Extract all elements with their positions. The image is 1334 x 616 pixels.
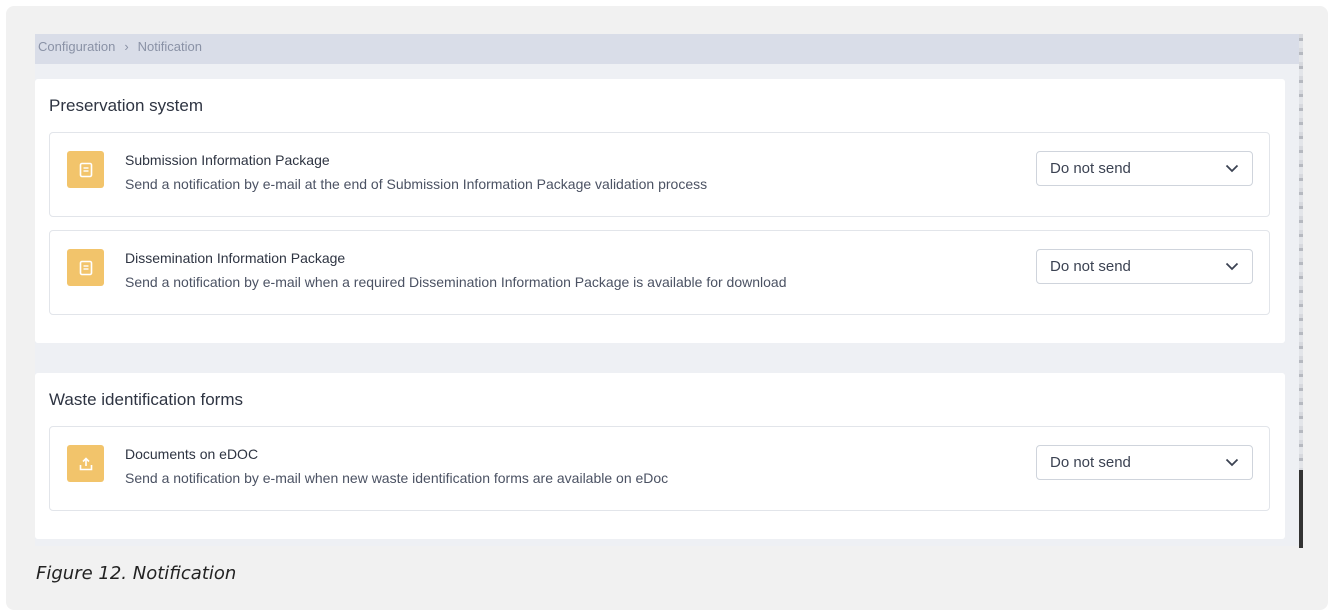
- breadcrumb-separator: ›: [124, 39, 129, 54]
- notification-screen: Configuration › Notification Preservation …: [35, 34, 1299, 546]
- row-title: Documents on eDOC: [125, 446, 259, 462]
- notification-row-dip: Dissemination Information Package Send a…: [49, 230, 1270, 315]
- section-title: Waste identification forms: [49, 390, 243, 409]
- preservation-system-card: Preservation system Submission Informati…: [35, 79, 1285, 343]
- document-icon: [67, 249, 104, 286]
- section-title: Preservation system: [49, 96, 203, 115]
- select-value: Do not send: [1050, 454, 1131, 471]
- chevron-down-icon: [1225, 164, 1239, 173]
- row-description: Send a notification by e-mail at the end…: [125, 176, 708, 192]
- notification-select-sip[interactable]: Do not send: [1036, 151, 1253, 186]
- row-description: Send a notification by e-mail when a req…: [125, 274, 787, 290]
- row-title: Dissemination Information Package: [125, 250, 346, 266]
- breadcrumb-item-configuration[interactable]: Configuration: [38, 39, 115, 54]
- breadcrumb: Configuration › Notification: [35, 34, 1299, 64]
- chevron-down-icon: [1225, 262, 1239, 271]
- figure-caption: Figure 12. Notification: [36, 563, 237, 584]
- select-value: Do not send: [1050, 258, 1131, 275]
- select-value: Do not send: [1050, 160, 1131, 177]
- screenshot-edge-dark: [1299, 470, 1303, 548]
- row-title: Submission Information Package: [125, 152, 330, 168]
- row-description: Send a notification by e-mail when new w…: [125, 470, 669, 486]
- notification-row-edoc: Documents on eDOC Send a notification by…: [49, 426, 1270, 511]
- upload-icon: [67, 445, 104, 482]
- notification-row-sip: Submission Information Package Send a no…: [49, 132, 1270, 217]
- waste-identification-card: Waste identification forms Documents on …: [35, 373, 1285, 539]
- notification-select-dip[interactable]: Do not send: [1036, 249, 1253, 284]
- breadcrumb-item-notification: Notification: [137, 39, 202, 54]
- chevron-down-icon: [1225, 458, 1239, 467]
- notification-select-edoc[interactable]: Do not send: [1036, 445, 1253, 480]
- document-icon: [67, 151, 104, 188]
